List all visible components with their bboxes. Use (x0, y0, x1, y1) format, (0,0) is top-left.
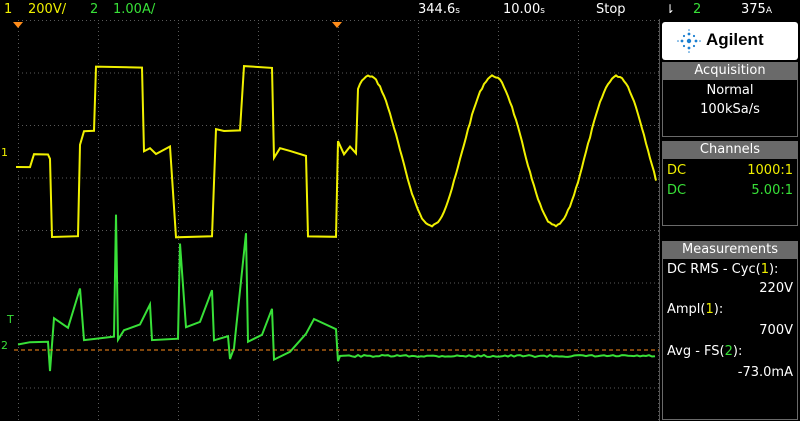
measurement-3-value: -73.0mA (737, 365, 793, 380)
acquisition-section: Normal 100kSa/s (662, 80, 798, 137)
ch1-ground-marker[interactable]: 1 (1, 146, 8, 159)
acquisition-mode: Normal (706, 83, 754, 98)
measurement-1-label[interactable]: DC RMS - Cyc(1): (667, 261, 793, 278)
acquisition-rate: 100kSa/s (700, 102, 760, 117)
measurement-2-name: Ampl (667, 302, 701, 317)
measurements-section: DC RMS - Cyc(1): 220V Ampl(1): 700V Avg … (662, 259, 798, 420)
ch1-scale[interactable]: 200V/ (28, 0, 66, 19)
trigger-level[interactable]: 375A (741, 0, 772, 21)
status-bar: 1 200V/ 2 1.00A/ 344.6s 10.00s Stop ⇂ 2 … (0, 0, 800, 19)
measurement-1-value: 220V (759, 281, 793, 296)
measurement-3-label[interactable]: Avg - FS(2): (667, 343, 793, 360)
ch2-ground-marker[interactable]: 2 (1, 339, 8, 352)
time-offset[interactable]: 344.6s (418, 0, 460, 21)
ch2-number[interactable]: 2 (90, 0, 98, 19)
ch1-probe-ratio: 1000:1 (747, 163, 793, 178)
trigger-position-marker-center[interactable] (332, 22, 342, 28)
ch2-current-trace (17, 214, 656, 372)
agilent-spark-icon (677, 29, 701, 53)
side-panel: Agilent Acquisition Normal 100kSa/s Chan… (659, 19, 800, 421)
ch2-scale[interactable]: 1.00A/ (113, 0, 155, 19)
trigger-level-marker[interactable]: T (6, 313, 14, 326)
measurement-1-name: DC RMS - Cyc (667, 262, 756, 277)
run-state[interactable]: Stop (596, 0, 626, 19)
waveform-display[interactable]: 1 2 T (0, 19, 659, 421)
measurement-2-channel: 1 (705, 302, 714, 317)
time-scale-unit: s (540, 6, 545, 16)
trigger-level-unit: A (765, 6, 772, 16)
channel-row-1[interactable]: DC 1000:1 (667, 162, 793, 179)
time-scale-value: 10.00 (503, 2, 541, 17)
ch2-coupling: DC (667, 183, 687, 198)
measurement-3-channel: 2 (724, 344, 733, 359)
time-offset-unit: s (455, 6, 460, 16)
measurements-title[interactable]: Measurements (662, 241, 798, 259)
brand-logo: Agilent (662, 22, 798, 60)
measurement-2-label[interactable]: Ampl(1): (667, 301, 793, 318)
time-offset-value: 344.6 (418, 2, 456, 17)
measurement-1-channel: 1 (760, 262, 769, 277)
channels-title[interactable]: Channels (662, 141, 798, 159)
channel-row-2[interactable]: DC 5.00:1 (667, 182, 793, 199)
ch1-coupling: DC (667, 163, 687, 178)
trigger-source[interactable]: 2 (693, 0, 701, 19)
ch2-probe-ratio: 5.00:1 (751, 183, 793, 198)
trigger-position-marker-left[interactable] (13, 22, 23, 28)
ch1-voltage-trace (15, 65, 657, 239)
trigger-edge-icon[interactable]: ⇂ (665, 0, 675, 19)
channels-section: DC 1000:1 DC 5.00:1 (662, 159, 798, 226)
measurement-3-name: Avg - FS (667, 344, 720, 359)
acquisition-title[interactable]: Acquisition (662, 62, 798, 80)
trigger-level-value: 375 (741, 2, 766, 17)
brand-name: Agilent (706, 30, 764, 49)
ch1-number[interactable]: 1 (4, 0, 12, 19)
time-scale[interactable]: 10.00s (503, 0, 545, 21)
waveform-svg: 1 2 T (1, 20, 659, 420)
measurement-2-value: 700V (759, 323, 793, 338)
